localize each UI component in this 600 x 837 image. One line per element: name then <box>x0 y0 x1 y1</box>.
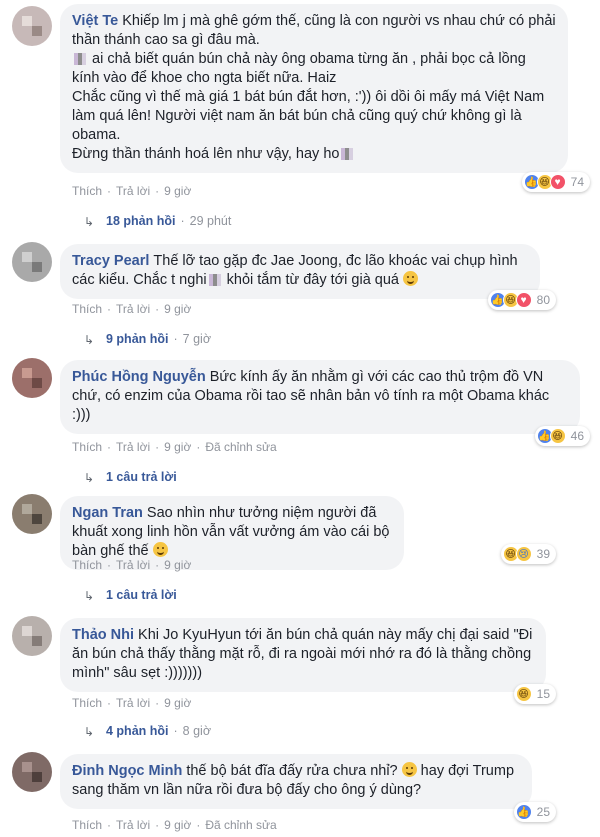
avatar[interactable] <box>12 6 52 46</box>
like-link[interactable]: Thích <box>72 818 102 832</box>
edited-label[interactable]: Đã chỉnh sửa <box>205 440 276 454</box>
comment-author[interactable]: Tracy Pearl <box>72 253 149 269</box>
like-link[interactable]: Thích <box>72 558 102 572</box>
comment-actions: Thích · Trả lời · 9 giờ <box>72 558 192 572</box>
like-link[interactable]: Thích <box>72 302 102 316</box>
smile-emoji-icon <box>152 542 168 557</box>
avatar[interactable] <box>12 616 52 656</box>
reply-link[interactable]: Trả lời <box>116 302 150 316</box>
comment-bubble: Đinh Ngọc Minh thế bộ bát đĩa đấy rửa chư… <box>60 754 532 809</box>
comment-bubble: Phúc Hồng Nguyễn Bức kính ấy ăn nhằm gì v… <box>60 360 580 434</box>
comment-actions: Thích · Trả lời · 9 giờ · Đã chỉnh sửa <box>72 440 277 454</box>
like-reaction-icon: 👍 <box>515 804 532 820</box>
reaction-count: 39 <box>536 547 550 561</box>
view-replies-link[interactable]: ↳ 1 câu trả lời <box>84 588 177 603</box>
avatar[interactable] <box>12 494 52 534</box>
comment-actions: Thích · Trả lời · 9 giờ <box>72 302 192 316</box>
comment-time[interactable]: 9 giờ <box>164 302 191 316</box>
reaction-count: 46 <box>570 429 584 443</box>
reaction-summary[interactable]: 👍 25 <box>513 802 556 822</box>
comment-text-continued: khỏi tắm từ đây tới già quá <box>222 272 399 288</box>
reaction-summary[interactable]: 👍 😆 ♥ 74 <box>521 172 590 192</box>
comment-text: thế bộ bát đĩa đấy rửa chưa nhỉ? <box>186 763 398 779</box>
reply-link[interactable]: Trả lời <box>116 184 150 198</box>
replies-count: 18 phản hồi <box>106 214 176 228</box>
sad-reaction-icon: 😢 <box>515 546 532 562</box>
haha-reaction-icon: 😆 <box>549 428 566 444</box>
like-link[interactable]: Thích <box>72 440 102 454</box>
reply-arrow-icon: ↳ <box>84 333 95 347</box>
reaction-count: 15 <box>536 687 550 701</box>
reply-link[interactable]: Trả lời <box>116 696 150 710</box>
comment-time[interactable]: 9 giờ <box>164 818 191 832</box>
reaction-count: 80 <box>536 293 550 307</box>
smile-emoji-icon <box>401 762 417 777</box>
reaction-summary[interactable]: 👍 😆 ♥ 80 <box>487 290 556 310</box>
view-replies-link[interactable]: ↳ 4 phản hồi · 8 giờ <box>84 724 212 739</box>
comment-bubble: Tracy Pearl Thế lỡ tao gặp đc Jae Joong, … <box>60 244 540 299</box>
edited-label[interactable]: Đã chỉnh sửa <box>205 818 276 832</box>
replies-count: 1 câu trả lời <box>106 588 177 602</box>
replies-count: 1 câu trả lời <box>106 470 177 484</box>
comment-actions: Thích · Trả lời · 9 giờ <box>72 184 192 198</box>
comment-text: Khi Jo KyuHyun tới ăn bún chả quán này m… <box>72 627 537 681</box>
comment-time[interactable]: 9 giờ <box>164 440 191 454</box>
love-reaction-icon: ♥ <box>549 174 566 190</box>
redacted-image <box>74 53 86 66</box>
comment-time[interactable]: 9 giờ <box>164 696 191 710</box>
replies-time: 7 giờ <box>182 332 212 346</box>
like-link[interactable]: Thích <box>72 184 102 198</box>
replies-count: 4 phản hồi <box>106 724 169 738</box>
view-replies-link[interactable]: ↳ 1 câu trả lời <box>84 470 177 485</box>
comment-actions: Thích · Trả lời · 9 giờ <box>72 696 192 710</box>
reply-arrow-icon: ↳ <box>84 471 95 485</box>
comment-author[interactable]: Thảo Nhi <box>72 627 134 643</box>
redacted-image <box>341 148 354 161</box>
reply-arrow-icon: ↳ <box>84 725 95 739</box>
reaction-summary[interactable]: 👍 😆 46 <box>534 426 590 446</box>
reaction-summary[interactable]: 😆 15 <box>513 684 556 704</box>
comment-text-continued: ai chả biết quán bún chả này ông obama t… <box>72 51 545 162</box>
comment-author[interactable]: Việt Te <box>72 13 118 29</box>
comment-author[interactable]: Phúc Hồng Nguyễn <box>72 369 206 385</box>
rofl-emoji-icon <box>403 271 419 286</box>
replies-time: 8 giờ <box>182 724 212 738</box>
reaction-count: 25 <box>536 805 550 819</box>
replies-time: 29 phút <box>189 214 232 228</box>
comment-author[interactable]: Ngan Tran <box>72 505 143 521</box>
view-replies-link[interactable]: ↳ 18 phản hồi · 29 phút <box>84 214 232 229</box>
reply-link[interactable]: Trả lời <box>116 558 150 572</box>
redacted-image <box>208 274 221 287</box>
comment-text: Khiếp lm j mà ghê gớm thế, cũng là con n… <box>72 13 560 48</box>
comment-time[interactable]: 9 giờ <box>164 184 191 198</box>
reaction-summary[interactable]: 😆 😢 39 <box>500 544 556 564</box>
like-link[interactable]: Thích <box>72 696 102 710</box>
comment-author[interactable]: Đinh Ngọc Minh <box>72 763 182 779</box>
comment-time[interactable]: 9 giờ <box>164 558 191 572</box>
reply-arrow-icon: ↳ <box>84 589 95 603</box>
avatar[interactable] <box>12 358 52 398</box>
comment-actions: Thích · Trả lời · 9 giờ · Đã chỉnh sửa <box>72 818 277 832</box>
comment-bubble: Thảo Nhi Khi Jo KyuHyun tới ăn bún chả qu… <box>60 618 546 692</box>
reaction-count: 74 <box>570 175 584 189</box>
avatar[interactable] <box>12 752 52 792</box>
haha-reaction-icon: 😆 <box>515 686 532 702</box>
replies-count: 9 phản hồi <box>106 332 169 346</box>
reply-link[interactable]: Trả lời <box>116 440 150 454</box>
avatar[interactable] <box>12 242 52 282</box>
reply-arrow-icon: ↳ <box>84 215 95 229</box>
view-replies-link[interactable]: ↳ 9 phản hồi · 7 giờ <box>84 332 212 347</box>
love-reaction-icon: ♥ <box>515 292 532 308</box>
reply-link[interactable]: Trả lời <box>116 818 150 832</box>
comment-bubble: Việt Te Khiếp lm j mà ghê gớm thế, cũng l… <box>60 4 568 173</box>
